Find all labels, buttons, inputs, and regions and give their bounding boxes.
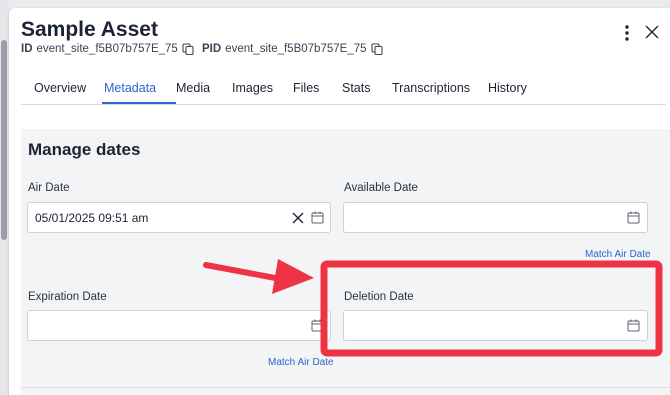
tab-files[interactable]: Files (293, 81, 319, 95)
tab-stats[interactable]: Stats (342, 81, 371, 95)
available-date-input[interactable] (343, 202, 648, 233)
tab-media[interactable]: Media (176, 81, 210, 95)
calendar-icon[interactable] (311, 319, 324, 332)
tab-images[interactable]: Images (232, 81, 273, 95)
air-date-value: 05/01/2025 09:51 am (35, 211, 149, 225)
expiration-date-label: Expiration Date (28, 291, 107, 303)
asset-pid-label: PID (202, 43, 222, 55)
air-date-label: Air Date (28, 182, 70, 194)
available-date-label: Available Date (344, 182, 418, 194)
close-icon[interactable] (643, 23, 661, 41)
more-options-icon[interactable] (620, 24, 634, 42)
clear-icon[interactable] (291, 211, 305, 225)
expiration-match-air-date-link[interactable]: Match Air Date (268, 357, 334, 368)
asset-pid-value: event_site_f5B07b757E_75 (225, 43, 367, 55)
deletion-date-input[interactable] (343, 310, 648, 341)
copy-id-icon[interactable] (182, 43, 194, 55)
section-title: Manage dates (28, 140, 141, 159)
calendar-icon[interactable] (627, 319, 640, 332)
asset-id-line: ID event_site_f5B07b757E_75 (21, 43, 194, 55)
air-date-input[interactable]: 05/01/2025 09:51 am (27, 202, 331, 233)
deletion-date-label: Deletion Date (344, 291, 414, 303)
available-match-air-date-link[interactable]: Match Air Date (585, 249, 651, 260)
tab-metadata[interactable]: Metadata (104, 81, 156, 95)
tab-transcriptions[interactable]: Transcriptions (392, 81, 470, 95)
asset-id-value: event_site_f5B07b757E_75 (36, 43, 178, 55)
calendar-icon[interactable] (311, 211, 324, 224)
copy-pid-icon[interactable] (370, 43, 383, 55)
asset-id-label: ID (21, 43, 33, 55)
asset-title: Sample Asset (21, 18, 158, 41)
tab-bar: Overview Metadata Media Images Files Sta… (21, 70, 666, 105)
section-divider (21, 387, 670, 388)
page-scrollbar[interactable] (0, 0, 9, 395)
tab-overview[interactable]: Overview (34, 81, 86, 95)
page-scrollbar-thumb[interactable] (1, 40, 7, 240)
asset-detail-panel: Sample Asset ID event_site_f5B07b757E_75… (9, 8, 670, 395)
active-tab-indicator (102, 102, 176, 104)
tab-history[interactable]: History (488, 81, 527, 95)
expiration-date-input[interactable] (27, 310, 331, 341)
manage-dates-section: Manage dates Air Date 05/01/2025 09:51 a… (21, 129, 670, 395)
asset-pid-line: PID event_site_f5B07b757E_75 (202, 43, 383, 55)
calendar-icon[interactable] (627, 211, 640, 224)
